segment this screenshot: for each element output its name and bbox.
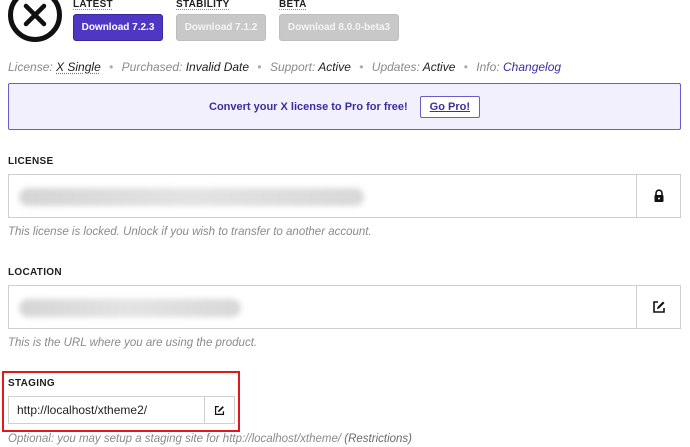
license-field (8, 174, 681, 218)
purchased-label: Purchased: (121, 60, 183, 74)
license-type-value: X Single (56, 60, 101, 74)
channel-beta: BETA Download 8.0.0-beta3 (279, 0, 399, 41)
edit-staging-button[interactable] (204, 397, 234, 423)
separator: • (463, 60, 468, 74)
staging-url-input[interactable] (9, 397, 204, 423)
x-logo (8, 0, 62, 42)
staging-hint-text: Optional: you may setup a staging site f… (8, 433, 220, 445)
channel-label-beta: BETA (279, 0, 307, 10)
download-beta-button[interactable]: Download 8.0.0-beta3 (279, 14, 399, 41)
license-type-label: License: (8, 60, 53, 74)
separator: • (257, 60, 262, 74)
location-field (8, 285, 681, 329)
edit-icon (652, 301, 665, 313)
edit-location-button[interactable] (636, 286, 680, 328)
license-key-input[interactable] (9, 175, 636, 217)
promo-text: Convert your X license to Pro for free! (209, 100, 408, 113)
staging-field (8, 396, 235, 424)
channel-label-stability: STABILITY (176, 0, 230, 10)
download-stability-button[interactable]: Download 7.1.2 (176, 14, 266, 41)
support-label: Support: (269, 60, 316, 74)
info-label: Info: (476, 60, 500, 74)
lock-icon (654, 189, 663, 202)
channel-label-latest: LATEST (73, 0, 113, 10)
go-pro-button[interactable]: Go Pro! (419, 95, 480, 118)
redacted-license-key (19, 188, 364, 206)
separator: • (359, 60, 364, 74)
edit-icon (214, 405, 225, 415)
staging-hint-url: http://localhost/xtheme/ (222, 433, 342, 445)
location-input[interactable] (9, 286, 636, 328)
license-info-line: License: X Single • Purchased: Invalid D… (8, 60, 561, 74)
location-label: LOCATION (8, 267, 62, 278)
support-value: Active (318, 60, 351, 74)
staging-label: STAGING (8, 378, 55, 389)
changelog-link[interactable]: Changelog (503, 60, 561, 74)
purchased-value: Invalid Date (185, 60, 250, 74)
unlock-license-button[interactable] (636, 175, 680, 217)
location-hint: This is the URL where you are using the … (8, 337, 258, 349)
x-logo-icon (23, 3, 47, 27)
updates-value: Active (422, 60, 456, 74)
pro-promo-banner: Convert your X license to Pro for free! … (8, 83, 681, 130)
license-hint: This license is locked. Unlock if you wi… (8, 226, 372, 238)
channel-stability: STABILITY Download 7.1.2 (176, 0, 266, 41)
staging-hint: Optional: you may setup a staging site f… (8, 433, 412, 445)
channel-latest: LATEST Download 7.2.3 (73, 0, 163, 41)
download-latest-button[interactable]: Download 7.2.3 (73, 14, 163, 41)
restrictions-link[interactable]: (Restrictions) (344, 433, 412, 445)
separator: • (109, 60, 114, 74)
updates-label: Updates: (371, 60, 420, 74)
redacted-location-url (19, 299, 241, 317)
license-label: LICENSE (8, 156, 54, 167)
